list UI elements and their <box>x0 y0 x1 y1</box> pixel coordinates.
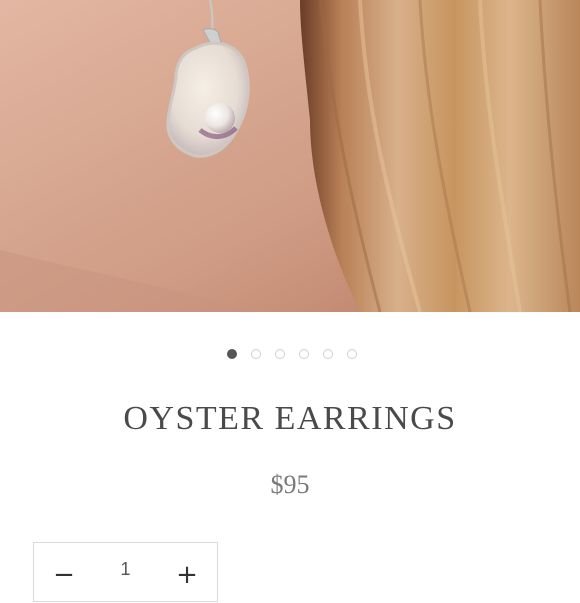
product-price: $95 <box>270 470 310 499</box>
pagination-dot-4[interactable] <box>299 349 309 359</box>
pagination-dot-2[interactable] <box>251 349 261 359</box>
product-title: OYSTER EARRINGS <box>123 400 457 437</box>
pagination-dot-3[interactable] <box>275 349 285 359</box>
pagination-dot-1[interactable] <box>227 349 237 359</box>
increment-button[interactable]: + <box>157 543 217 603</box>
quantity-value[interactable]: 1 <box>94 543 157 580</box>
image-pagination <box>2 345 580 363</box>
product-image[interactable] <box>0 0 580 312</box>
quantity-stepper: − 1 + <box>33 542 218 602</box>
earring-photo <box>0 0 580 312</box>
decrement-button[interactable]: − <box>34 543 94 603</box>
pagination-dot-6[interactable] <box>347 349 357 359</box>
pagination-dot-5[interactable] <box>323 349 333 359</box>
